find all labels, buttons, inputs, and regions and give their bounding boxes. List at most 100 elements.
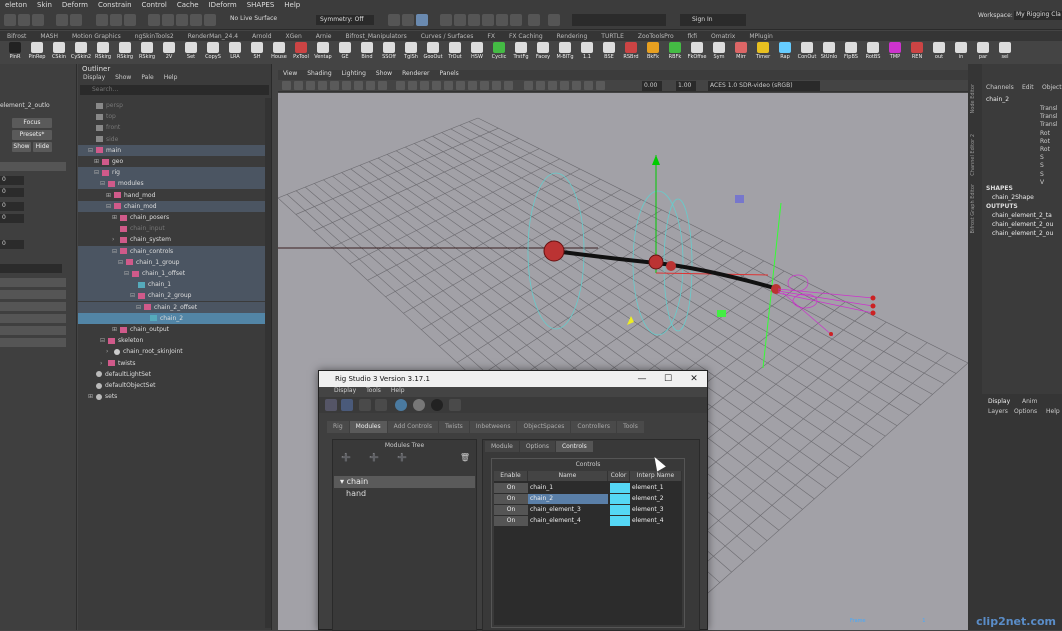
viewport-tool-icon[interactable] (306, 81, 315, 90)
viewport-tool-icon[interactable] (480, 81, 489, 90)
menu-constrain[interactable]: Constrain (93, 1, 137, 9)
outliner-row-chain-2[interactable]: chain_2 (78, 312, 265, 324)
hand-joints[interactable] (829, 295, 876, 337)
viewport-tool-icon[interactable] (560, 81, 569, 90)
expand-toggle[interactable]: ⊟ (124, 268, 132, 279)
attr-field-6[interactable] (0, 264, 62, 273)
snap-grid-icon[interactable] (148, 14, 160, 26)
shelf-button-pinrep[interactable]: PinRep (26, 41, 48, 63)
ipr-render-icon[interactable] (440, 14, 452, 26)
render-frame-icon[interactable] (402, 14, 414, 26)
attr-field-5[interactable]: 0 (0, 240, 24, 249)
module-item-chain[interactable]: ▾ chain (334, 476, 475, 488)
cb-shape-name[interactable]: chain_2Shape (992, 194, 1034, 201)
viewport-tool-icon[interactable] (492, 81, 501, 90)
cb-output-node[interactable]: chain_element_2_ou (992, 221, 1053, 228)
shelf-tab[interactable]: RenderMan_24.4 (181, 33, 245, 40)
side-tab-bifrost[interactable]: Bifrost Graph Editor (970, 184, 976, 233)
name-cell[interactable]: chain_1 (528, 483, 608, 493)
outliner-row-main[interactable]: ⊟ main (78, 144, 265, 156)
layer-tab-display[interactable]: Display (988, 398, 1010, 405)
snap-surface-icon[interactable] (204, 14, 216, 26)
viewport-menu-show[interactable]: Show (371, 70, 397, 80)
viewport-tool-icon[interactable] (294, 81, 303, 90)
rs-axis-icon[interactable] (449, 399, 461, 411)
outliner-row-geo[interactable]: ⊞ geo (78, 156, 265, 167)
render-settings-icon[interactable] (454, 14, 466, 26)
name-cell[interactable]: chain_element_3 (528, 505, 608, 515)
shelf-tab[interactable]: FX Caching (502, 33, 550, 40)
shelf-button-rap[interactable]: Rap (774, 41, 796, 63)
viewport-menu-shading[interactable]: Shading (302, 70, 336, 80)
shelf-button-in[interactable]: in (950, 41, 972, 63)
expand-toggle[interactable]: › (112, 234, 120, 245)
chain-3-joint[interactable] (666, 261, 676, 271)
maximize-icon[interactable]: ☐ (655, 371, 681, 387)
enable-cell[interactable]: On (494, 516, 528, 526)
add-module-icon[interactable]: ➕ (341, 453, 351, 462)
shelf-button-sh[interactable]: SH (246, 41, 268, 63)
cb-tab-object[interactable]: Object (1042, 84, 1062, 91)
rs-tab-tools[interactable]: Tools (617, 421, 644, 433)
rs-tab-add-controls[interactable]: Add Controls (387, 421, 438, 433)
rs-tool-7-icon[interactable] (431, 399, 443, 411)
rig-studio-titlebar[interactable]: Rig Studio 3 Version 3.17.1 — ☐ ✕ (319, 371, 707, 387)
shelf-button-sel[interactable]: sel (994, 41, 1016, 63)
interp-name-cell[interactable]: element_4 (632, 516, 682, 526)
table-row[interactable]: On chain_element_4 element_4 (494, 516, 682, 526)
expand-toggle[interactable]: ⊟ (100, 335, 108, 346)
menu-deform[interactable]: Deform (57, 1, 93, 9)
viewport-tool-icon[interactable] (468, 81, 477, 90)
viewport-tool-icon[interactable] (354, 81, 363, 90)
construction-history-icon[interactable] (388, 14, 400, 26)
workspace-dropdown[interactable]: My Rigging Cla (1014, 11, 1062, 20)
viewport-tool-icon[interactable] (366, 81, 375, 90)
viewport-menu-renderer[interactable]: Renderer (397, 70, 434, 80)
enable-cell[interactable]: On (494, 483, 528, 493)
shelf-tab[interactable]: TURTLE (594, 33, 631, 40)
viewport-menu-lighting[interactable]: Lighting (337, 70, 371, 80)
outliner-row-twists[interactable]: › twists (78, 358, 265, 369)
undo-icon[interactable] (56, 14, 68, 26)
outliner-row-chain-1-group[interactable]: ⊟ chain_1_group (78, 256, 265, 268)
outliner-row-chain-input[interactable]: chain_input (78, 223, 265, 234)
cb-output-node[interactable]: chain_element_2_ou (992, 230, 1053, 237)
shelf-button-fkoffse[interactable]: FkOffse (686, 41, 708, 63)
interp-name-cell[interactable]: element_3 (632, 505, 682, 515)
shelf-tab[interactable]: fkfi (681, 33, 704, 40)
rs-subtab-module[interactable]: Module (485, 441, 519, 452)
color-swatch[interactable] (610, 505, 630, 515)
expand-toggle[interactable]: ⊟ (136, 302, 144, 313)
quick-search-input[interactable] (572, 14, 666, 26)
shelf-tab[interactable]: Bifrost_Manipulators (338, 33, 413, 40)
outliner-menu-pale[interactable]: Pale (136, 74, 158, 84)
color-swatch[interactable] (610, 516, 630, 526)
module-item-hand[interactable]: hand (334, 488, 475, 500)
color-swatch[interactable] (610, 494, 630, 504)
color-swatch[interactable] (610, 483, 630, 493)
viewport-tool-icon[interactable] (282, 81, 291, 90)
viewport-tool-icon[interactable] (396, 81, 405, 90)
rs-tool-2-icon[interactable] (341, 399, 353, 411)
cb-output-node[interactable]: chain_element_2_ta (992, 212, 1052, 219)
shelf-button-mirr[interactable]: Mirr (730, 41, 752, 63)
outliner-row-defaultObjectSet[interactable]: defaultObjectSet (78, 380, 265, 391)
new-scene-icon[interactable] (4, 14, 16, 26)
signin-button[interactable]: Sign In (680, 14, 746, 26)
outliner-row-chain-1[interactable]: chain_1 (78, 279, 265, 291)
table-header-interp-name[interactable]: Interp Name (630, 471, 682, 481)
expand-toggle[interactable]: ⊞ (112, 212, 120, 223)
live-surface-label[interactable]: No Live Surface (230, 15, 277, 22)
shelf-button-house[interactable]: House (268, 41, 290, 63)
viewport-tool-icon[interactable] (504, 81, 513, 90)
shelf-tab[interactable]: MASH (33, 33, 65, 40)
shelf-button-bkfk[interactable]: BkFk (642, 41, 664, 63)
menu-skin[interactable]: Skin (32, 1, 57, 9)
shelf-tab[interactable]: Motion Graphics (65, 33, 128, 40)
rs-tab-controllers[interactable]: Controllers (571, 421, 617, 433)
shelf-button-rskirg[interactable]: RSkirg (136, 41, 158, 63)
shelf-button-pxtool[interactable]: PxTool (290, 41, 312, 63)
menu-control[interactable]: Control (137, 1, 172, 9)
table-row[interactable]: On chain_1 element_1 (494, 483, 682, 493)
side-tab-node-editor[interactable]: Node Editor (970, 84, 976, 113)
